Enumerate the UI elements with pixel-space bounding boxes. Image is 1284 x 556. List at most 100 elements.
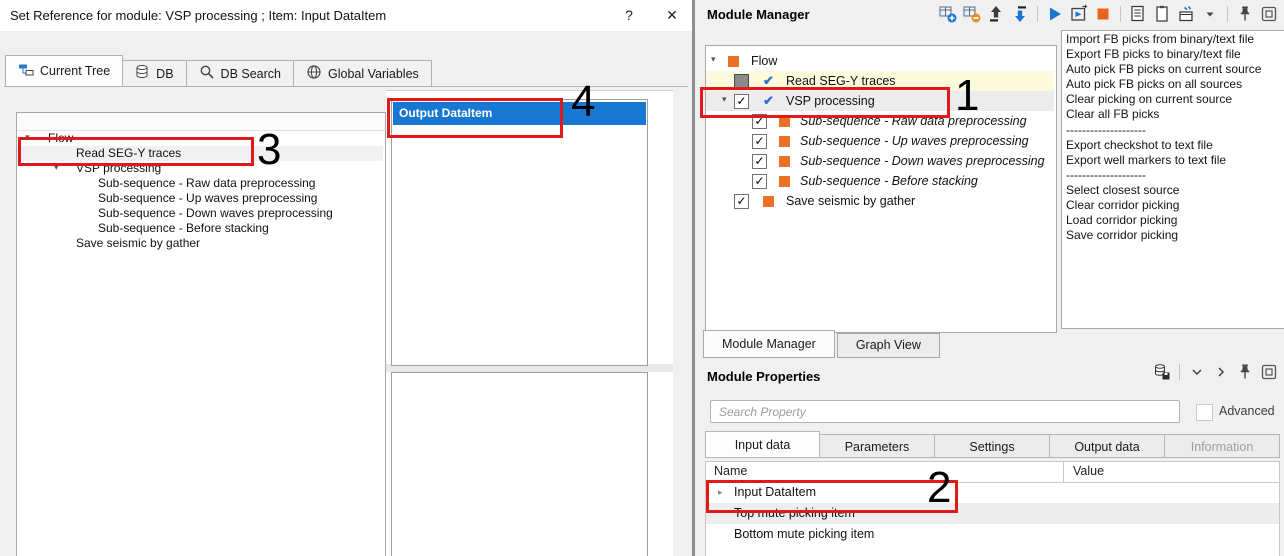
dialog-tree-item[interactable]: Sub-sequence - Up waves preprocessing [17, 191, 383, 206]
chevron-down-icon[interactable] [1187, 362, 1207, 382]
module-checkbox-checked[interactable]: ✓ [752, 134, 767, 149]
toolbar-separator [1037, 6, 1038, 22]
module-checkbox-checked[interactable]: ✓ [752, 174, 767, 189]
module-tree-item[interactable]: ✓Sub-sequence - Up waves preprocessing [706, 131, 1054, 151]
properties-tab-input-data[interactable]: Input data [705, 431, 820, 458]
help-button[interactable]: ? [612, 0, 646, 31]
command-item[interactable]: Auto pick FB picks on all sources [1066, 77, 1284, 92]
dialog-tree-item[interactable]: Sub-sequence - Raw data preprocessing [17, 176, 383, 191]
command-item[interactable]: Import FB picks from binary/text file [1066, 32, 1284, 47]
db-icon [134, 64, 150, 83]
command-item[interactable]: Select closest source [1066, 183, 1284, 198]
float-icon[interactable] [1259, 4, 1279, 24]
new-window-icon[interactable] [1176, 4, 1196, 24]
dialog-tab-label: DB [156, 67, 173, 81]
module-checkbox-checked[interactable]: ✓ [752, 114, 767, 129]
column-header-name[interactable]: Name [714, 464, 747, 478]
module-tree-item[interactable]: ✓ Save seismic by gather [706, 191, 1054, 211]
import-picks-icon[interactable] [986, 4, 1006, 24]
expander-icon[interactable]: ▾ [711, 54, 716, 65]
export-picks-icon[interactable] [1010, 4, 1030, 24]
remove-module-icon[interactable] [962, 4, 982, 24]
module-tree-item[interactable]: ✔Read SEG-Y traces [706, 71, 1054, 91]
module-tree-item[interactable]: ✓Sub-sequence - Down waves preprocessing [706, 151, 1054, 171]
module-square-icon [779, 176, 790, 187]
output-item-list[interactable]: Output DataItem [391, 99, 648, 366]
search-property-input[interactable] [710, 400, 1180, 423]
dialog-tab-db-search[interactable]: DB Search [187, 60, 294, 87]
dialog-tab-global-variables[interactable]: Global Variables [294, 60, 432, 87]
expander-icon[interactable]: ▾ [54, 160, 59, 175]
module-command-list[interactable]: Import FB picks from binary/text fileExp… [1061, 30, 1284, 329]
property-row[interactable]: Top mute picking item [706, 503, 1279, 524]
column-divider[interactable] [1063, 462, 1064, 482]
command-item[interactable]: Save corridor picking [1066, 228, 1284, 243]
dialog-tree-item[interactable]: ▾ Flow [17, 131, 383, 146]
properties-tab-settings[interactable]: Settings [935, 434, 1050, 458]
float-icon[interactable] [1259, 362, 1279, 382]
run-icon[interactable] [1045, 4, 1065, 24]
close-button[interactable]: ✕ [652, 0, 692, 31]
module-checkbox-checked[interactable]: ✓ [734, 94, 749, 109]
module-tree-item[interactable]: ✓Sub-sequence - Before stacking [706, 171, 1054, 191]
dialog-titlebar[interactable]: Set Reference for module: VSP processing… [0, 0, 692, 31]
module-tree-item[interactable]: ✓Sub-sequence - Raw data preprocessing [706, 111, 1054, 131]
expander-icon[interactable]: ▾ [25, 130, 30, 145]
run-flow-icon[interactable] [1069, 4, 1089, 24]
dropdown-arrow-icon[interactable] [1200, 4, 1220, 24]
module-square-icon [779, 136, 790, 147]
add-module-icon[interactable] [938, 4, 958, 24]
module-checkbox-checked[interactable]: ✓ [752, 154, 767, 169]
log-icon[interactable] [1128, 4, 1148, 24]
module-tree[interactable]: ▾Flow✔Read SEG-Y traces▾✓✔VSP processing… [705, 45, 1057, 333]
dock-tab-graph-view[interactable]: Graph View [837, 333, 940, 358]
module-checkbox-checked[interactable]: ✓ [734, 194, 749, 209]
properties-tab-output-data[interactable]: Output data [1050, 434, 1165, 458]
module-manager-toolbar [938, 4, 1279, 24]
module-properties-title: Module Properties [707, 369, 820, 384]
expander-icon[interactable]: ▾ [722, 94, 727, 105]
dialog-tab-bar: Current Tree DB DB SearchGlobal Variables [5, 57, 432, 87]
pin-icon[interactable] [1235, 362, 1255, 382]
dialog-tree-item[interactable]: Sub-sequence - Down waves preprocessing [17, 206, 383, 221]
expander-icon[interactable]: ▸ [718, 482, 723, 503]
property-row[interactable]: Bottom mute picking item [706, 524, 1279, 545]
secondary-item-list[interactable] [391, 372, 648, 556]
command-item[interactable]: Clear corridor picking [1066, 198, 1284, 213]
tree-item-label: Sub-sequence - Before stacking [98, 221, 269, 236]
properties-table-header: Name Value [706, 462, 1279, 483]
module-check-icon: ✔ [763, 93, 774, 109]
property-row[interactable]: ▸Input DataItem [706, 482, 1279, 503]
dialog-tab-db[interactable]: DB [122, 60, 186, 87]
dialog-tree-item[interactable]: Sub-sequence - Before stacking [17, 221, 383, 236]
command-item[interactable]: Export well markers to text file [1066, 153, 1284, 168]
output-dataitem-row[interactable]: Output DataItem [393, 102, 646, 125]
dialog-tree-item[interactable]: ▾VSP processing [17, 161, 383, 176]
module-checkbox-partial[interactable] [734, 74, 749, 89]
command-item[interactable]: Export FB picks to binary/text file [1066, 47, 1284, 62]
tree-item-label: Flow [48, 131, 73, 146]
command-item[interactable]: Export checkshot to text file [1066, 138, 1284, 153]
dialog-tab-current-tree[interactable]: Current Tree [5, 55, 123, 87]
new-document-icon[interactable] [1152, 4, 1172, 24]
current-tree-panel[interactable]: ▾FlowRead SEG-Y traces▾VSP processingSub… [16, 112, 386, 556]
module-tree-item[interactable]: ▾Flow [706, 51, 1054, 71]
db-save-icon[interactable] [1152, 362, 1172, 382]
properties-tab-information: Information [1165, 434, 1280, 458]
command-item[interactable]: Clear picking on current source [1066, 92, 1284, 107]
dialog-tree-item[interactable]: Save seismic by gather [17, 236, 383, 251]
dock-tab-module-manager[interactable]: Module Manager [703, 330, 835, 358]
advanced-checkbox[interactable] [1196, 404, 1213, 421]
properties-tab-parameters[interactable]: Parameters [820, 434, 935, 458]
module-square-icon [728, 56, 739, 67]
pin-icon[interactable] [1235, 4, 1255, 24]
stop-icon[interactable] [1093, 4, 1113, 24]
module-label: Save seismic by gather [786, 193, 915, 209]
command-item[interactable]: Auto pick FB picks on current source [1066, 62, 1284, 77]
column-header-value[interactable]: Value [1073, 464, 1104, 478]
command-item[interactable]: Clear all FB picks [1066, 107, 1284, 122]
chevron-right-icon[interactable] [1211, 362, 1231, 382]
module-tree-item[interactable]: ▾✓✔VSP processing [706, 91, 1054, 111]
command-item[interactable]: Load corridor picking [1066, 213, 1284, 228]
dialog-tree-item[interactable]: Read SEG-Y traces [17, 146, 383, 161]
